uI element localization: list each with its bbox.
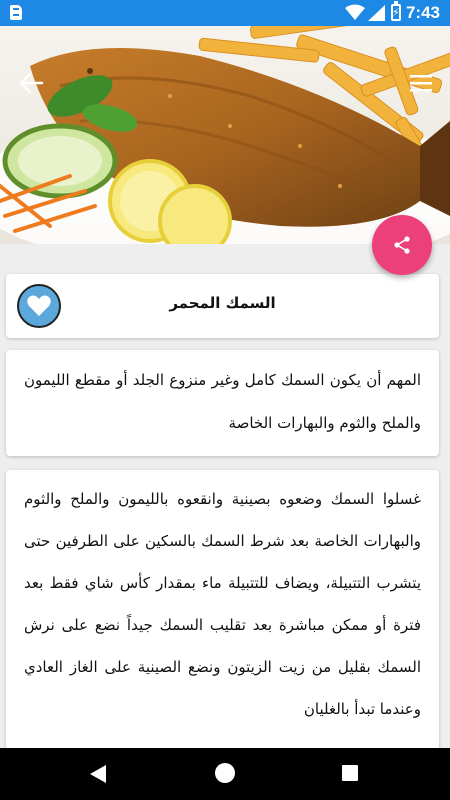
- share-icon: [394, 236, 410, 254]
- share-button[interactable]: [372, 215, 432, 275]
- signal-icon: [368, 5, 385, 21]
- recipe-hero-image: [0, 26, 450, 244]
- back-arrow-icon[interactable]: [18, 70, 44, 96]
- sd-card-icon: [10, 5, 22, 20]
- favorite-button[interactable]: [17, 284, 61, 328]
- system-nav-bar: [0, 748, 450, 800]
- status-bar: ⚡ 7:43: [0, 0, 450, 26]
- nav-home-icon[interactable]: [215, 763, 235, 783]
- battery-charging-icon: ⚡: [391, 1, 401, 21]
- wifi-icon: [345, 4, 365, 20]
- nav-recents-icon[interactable]: [342, 765, 358, 781]
- recipe-title-card: السمك المحمر: [6, 274, 439, 338]
- hamburger-menu-icon[interactable]: [408, 72, 434, 94]
- heart-icon: [27, 295, 51, 316]
- ingredients-text: المهم أن يكون السمك كامل وغير منزوع الجل…: [24, 371, 421, 432]
- fried-fish-illustration: [0, 26, 450, 244]
- ingredients-card: المهم أن يكون السمك كامل وغير منزوع الجل…: [6, 350, 439, 456]
- steps-card[interactable]: غسلوا السمك وضعوه بصينية وانقعوه بالليمو…: [6, 470, 439, 760]
- recipe-title: السمك المحمر: [169, 294, 276, 312]
- status-clock: 7:43: [405, 3, 440, 22]
- steps-text: غسلوا السمك وضعوه بصينية وانقعوه بالليمو…: [24, 490, 421, 718]
- nav-back-icon[interactable]: [89, 764, 107, 784]
